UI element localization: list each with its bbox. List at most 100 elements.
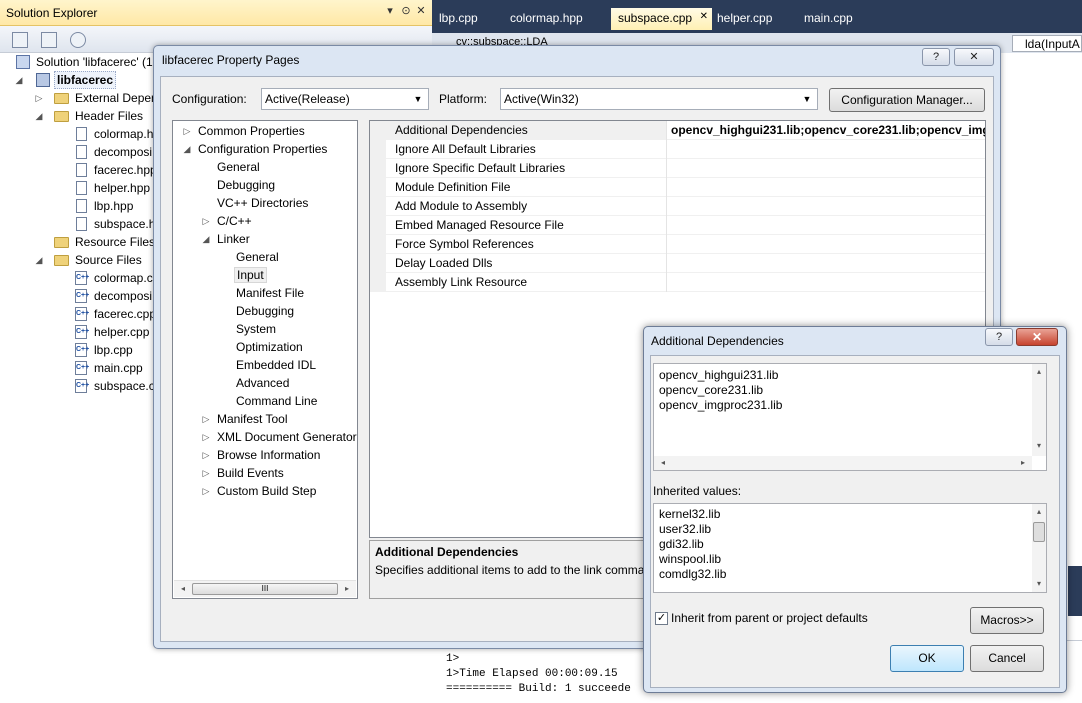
- property-row[interactable]: Ignore All Default Libraries: [370, 140, 985, 159]
- configuration-manager-button[interactable]: Configuration Manager...: [829, 88, 985, 112]
- property-tree-item[interactable]: XML Document Generator: [217, 428, 357, 446]
- property-tree-item[interactable]: Linker: [217, 230, 250, 248]
- member-dropdown[interactable]: lda(InputA: [1012, 35, 1082, 52]
- ok-button[interactable]: OK: [890, 645, 964, 672]
- tree-item[interactable]: External Depen: [54, 89, 160, 107]
- property-row[interactable]: Assembly Link Resource: [370, 273, 985, 292]
- property-tree-item[interactable]: Build Events: [217, 464, 284, 482]
- property-tree-item[interactable]: Command Line: [236, 392, 317, 410]
- scroll-left-icon[interactable]: ◂: [656, 457, 670, 469]
- vertical-scrollbar[interactable]: ▴ ▾: [1032, 364, 1046, 456]
- property-value[interactable]: [668, 178, 985, 197]
- property-tree-item[interactable]: General: [236, 248, 279, 266]
- scroll-up-icon[interactable]: ▴: [1032, 506, 1046, 518]
- tree-item[interactable]: Resource Files: [54, 233, 160, 251]
- property-tree-item[interactable]: Optimization: [236, 338, 303, 356]
- macros-button[interactable]: Macros>>: [970, 607, 1044, 634]
- tree-item[interactable]: C++ colormap.c: [73, 269, 160, 287]
- expand-arrow-icon[interactable]: ▷: [201, 482, 211, 500]
- property-value[interactable]: [668, 159, 985, 178]
- expand-arrow-icon[interactable]: ▷: [201, 212, 211, 230]
- property-value[interactable]: [668, 235, 985, 254]
- expand-arrow-icon[interactable]: ▷: [201, 410, 211, 428]
- close-button[interactable]: ✕: [954, 48, 994, 66]
- property-value[interactable]: [668, 216, 985, 235]
- tab-helper-cpp[interactable]: helper.cpp: [710, 8, 779, 30]
- property-row[interactable]: Delay Loaded Dlls: [370, 254, 985, 273]
- close-icon[interactable]: ✕: [414, 4, 428, 20]
- tree-item[interactable]: C++ facerec.cpp: [73, 305, 160, 323]
- class-view-icon[interactable]: [70, 32, 86, 48]
- vertical-scrollbar[interactable]: ▴ ▾: [1032, 504, 1046, 592]
- scroll-down-icon[interactable]: ▾: [1032, 440, 1046, 452]
- scroll-down-icon[interactable]: ▾: [1032, 578, 1046, 590]
- property-tree-item[interactable]: VC++ Directories: [217, 194, 308, 212]
- property-row[interactable]: Embed Managed Resource File: [370, 216, 985, 235]
- scroll-thumb[interactable]: [1033, 522, 1045, 542]
- tree-item[interactable]: subspace.h: [73, 215, 160, 233]
- property-value[interactable]: [668, 140, 985, 159]
- tree-item[interactable]: C++ subspace.c: [73, 377, 160, 395]
- tab-subspace-cpp[interactable]: subspace.cpp ✕: [611, 8, 712, 30]
- collapse-arrow-icon[interactable]: ◢: [182, 140, 192, 158]
- property-value[interactable]: [668, 273, 985, 292]
- tab-colormap-hpp[interactable]: colormap.hpp: [503, 8, 590, 30]
- tree-item[interactable]: C++ main.cpp: [73, 359, 160, 377]
- show-all-files-icon[interactable]: [41, 32, 57, 48]
- scroll-right-icon[interactable]: ▸: [1016, 457, 1030, 469]
- expand-arrow-icon[interactable]: ▷: [34, 89, 44, 107]
- scroll-left-icon[interactable]: ◂: [176, 583, 190, 595]
- property-row[interactable]: Force Symbol References: [370, 235, 985, 254]
- dependencies-textarea[interactable]: opencv_highgui231.lib opencv_core231.lib…: [653, 363, 1047, 471]
- property-tree-item[interactable]: Debugging: [236, 302, 294, 320]
- tab-close-icon[interactable]: ✕: [700, 11, 708, 22]
- property-row[interactable]: Ignore Specific Default Libraries: [370, 159, 985, 178]
- close-button[interactable]: ✕: [1016, 328, 1058, 346]
- property-tree-item[interactable]: C/C++: [217, 212, 252, 230]
- platform-select[interactable]: Active(Win32) ▼: [500, 88, 818, 110]
- expand-arrow-icon[interactable]: ▷: [201, 428, 211, 446]
- tree-item[interactable]: Source Files: [54, 251, 160, 269]
- tree-item[interactable]: Header Files: [54, 107, 160, 125]
- property-value[interactable]: [668, 197, 985, 216]
- collapse-arrow-icon[interactable]: ◢: [34, 107, 44, 125]
- property-tree-item[interactable]: Manifest File: [236, 284, 304, 302]
- property-tree-item[interactable]: Input: [234, 267, 267, 283]
- expand-arrow-icon[interactable]: ▷: [182, 122, 192, 140]
- tab-main-cpp[interactable]: main.cpp: [797, 8, 860, 30]
- tree-item[interactable]: lbp.hpp: [73, 197, 160, 215]
- property-row[interactable]: Additional Dependencies opencv_highgui231…: [370, 121, 985, 140]
- scroll-thumb[interactable]: III: [192, 583, 338, 595]
- scroll-right-icon[interactable]: ▸: [340, 583, 354, 595]
- properties-icon[interactable]: [12, 32, 28, 48]
- configuration-select[interactable]: Active(Release) ▼: [261, 88, 429, 110]
- property-row[interactable]: Module Definition File: [370, 178, 985, 197]
- horizontal-scrollbar[interactable]: ◂ ▸: [654, 456, 1032, 470]
- expand-arrow-icon[interactable]: ▷: [201, 464, 211, 482]
- property-tree-item[interactable]: System: [236, 320, 276, 338]
- property-tree-item[interactable]: Debugging: [217, 176, 275, 194]
- property-tree-item[interactable]: Embedded IDL: [236, 356, 316, 374]
- property-tree-item[interactable]: Browse Information: [217, 446, 320, 464]
- tab-lbp-cpp[interactable]: lbp.cpp: [432, 8, 485, 30]
- property-value[interactable]: [668, 254, 985, 273]
- property-tree-item[interactable]: General: [217, 158, 260, 176]
- tree-item[interactable]: C++ decomposi: [73, 287, 160, 305]
- cancel-button[interactable]: Cancel: [970, 645, 1044, 672]
- tree-item[interactable]: C++ lbp.cpp: [73, 341, 160, 359]
- collapse-arrow-icon[interactable]: ◢: [14, 71, 24, 89]
- property-tree-item[interactable]: Common Properties: [198, 122, 305, 140]
- tree-item[interactable]: helper.hpp: [73, 179, 160, 197]
- expand-arrow-icon[interactable]: ▷: [201, 446, 211, 464]
- help-button[interactable]: ?: [922, 48, 950, 66]
- project-node[interactable]: libfacerec: [34, 71, 124, 89]
- property-tree-item[interactable]: Configuration Properties: [198, 140, 327, 158]
- property-value[interactable]: opencv_highgui231.lib;opencv_core231.lib…: [668, 121, 985, 140]
- auto-hide-pin-icon[interactable]: ⊙: [399, 4, 413, 20]
- inherited-values-list[interactable]: kernel32.lib user32.lib gdi32.lib winspo…: [653, 503, 1047, 593]
- tree-item[interactable]: C++ helper.cpp: [73, 323, 160, 341]
- tree-horizontal-scrollbar[interactable]: ◂ III ▸: [174, 580, 356, 597]
- tree-item[interactable]: decomposi: [73, 143, 160, 161]
- tree-item[interactable]: colormap.h: [73, 125, 160, 143]
- property-tree-item[interactable]: Custom Build Step: [217, 482, 316, 500]
